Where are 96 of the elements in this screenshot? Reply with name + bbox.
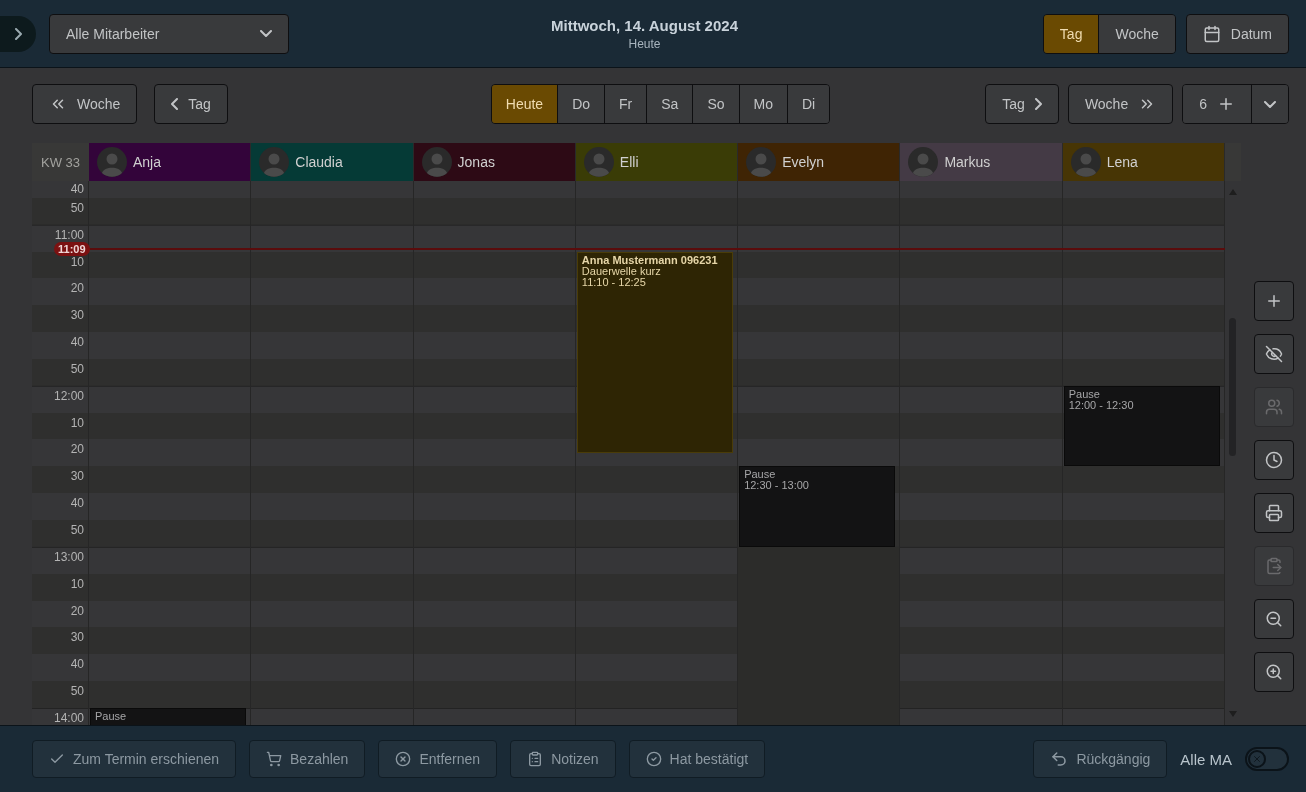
event-time: 12:00 - 12:30 xyxy=(1068,399,1135,411)
time-label: 40 xyxy=(70,335,84,350)
sidebar-toggle[interactable] xyxy=(0,15,36,52)
day-tab[interactable]: Do xyxy=(557,85,605,123)
time-label: 11:00 xyxy=(54,227,84,242)
time-label: 20 xyxy=(70,442,84,457)
cart-icon xyxy=(266,751,283,767)
date-subtitle: Heute xyxy=(628,36,661,51)
pause-event[interactable]: Pause xyxy=(90,708,247,725)
employee-name: Jonas xyxy=(457,154,495,170)
back-button[interactable]: Woche xyxy=(32,84,138,124)
view-tab[interactable]: Woche xyxy=(1098,14,1175,53)
employee-name: Claudia xyxy=(295,154,343,170)
day-tab[interactable]: Fr xyxy=(604,85,647,123)
time-label: 14:00 xyxy=(53,710,84,725)
time-label: 50 xyxy=(70,684,84,699)
date-title: Mittwoch, 14. August 2024 xyxy=(551,16,738,34)
event-title: Pause xyxy=(1068,388,1101,400)
day-tab[interactable]: Mo xyxy=(738,85,787,123)
time-label: 20 xyxy=(70,281,84,296)
eye-off-icon xyxy=(1264,345,1283,363)
time-label: 40 xyxy=(70,496,84,511)
print-button[interactable] xyxy=(1253,493,1294,533)
day-tab[interactable]: So xyxy=(692,85,739,123)
zoom-in-button[interactable] xyxy=(1253,652,1294,692)
avatar-icon xyxy=(908,147,939,177)
zoom-in-icon xyxy=(1264,663,1283,681)
day-tab[interactable]: Sa xyxy=(646,85,693,123)
chevron-down-icon xyxy=(1264,100,1276,108)
undo-icon xyxy=(1050,750,1069,768)
event-title: Anna Mustermann 096231 xyxy=(581,254,719,266)
back-button[interactable]: Tag xyxy=(154,84,228,124)
x-circle-icon xyxy=(395,751,412,767)
employee-name: Anja xyxy=(133,154,162,170)
time-label: 50 xyxy=(70,361,84,376)
chevron-right-icon xyxy=(1034,98,1042,110)
employee-name: Lena xyxy=(1106,154,1138,170)
avatar-icon xyxy=(421,147,452,177)
time-label: 40 xyxy=(70,182,84,196)
all-staff-switch[interactable] xyxy=(1245,747,1289,771)
time-label: 10 xyxy=(70,254,84,269)
day-tab[interactable]: Di xyxy=(786,85,830,123)
time-label: 20 xyxy=(70,603,84,618)
week-label: KW 33 xyxy=(32,143,89,181)
zoom-out-button[interactable] xyxy=(1253,599,1294,639)
time-label: 50 xyxy=(70,200,84,215)
event-title: Pause xyxy=(95,711,128,722)
time-label: 13:00 xyxy=(53,549,84,564)
clipboard-icon xyxy=(527,751,544,767)
clock-button[interactable] xyxy=(1253,440,1294,480)
count-button[interactable]: 6 xyxy=(1183,85,1251,123)
event-time: 11:10 - 12:25 xyxy=(581,276,647,288)
view-tab[interactable]: Tag xyxy=(1043,14,1099,53)
employee-name: Markus xyxy=(944,154,991,170)
event-title: Pause xyxy=(744,469,777,481)
pause-event[interactable]: Pause 12:00 - 12:30 xyxy=(1063,385,1220,467)
time-label: 10 xyxy=(70,415,84,430)
plus-icon xyxy=(1217,95,1235,113)
forward-button[interactable]: Tag xyxy=(985,84,1059,124)
chevron-down-icon xyxy=(260,30,272,37)
chevron-right-icon xyxy=(14,27,22,40)
check-circle-icon xyxy=(645,751,662,767)
employee-select[interactable]: Alle Mitarbeiter xyxy=(49,13,289,54)
time-label: 30 xyxy=(70,469,84,484)
avatar-icon xyxy=(259,147,290,177)
hide-button[interactable] xyxy=(1253,334,1294,374)
dropdown-button[interactable] xyxy=(1251,85,1288,123)
chevron-left-icon xyxy=(171,98,179,110)
avatar-icon xyxy=(1070,147,1101,177)
time-label: 30 xyxy=(70,308,84,323)
people-icon xyxy=(1264,398,1283,416)
time-label: 50 xyxy=(70,522,84,537)
avatar-icon xyxy=(97,147,127,177)
appointment-event[interactable]: Anna Mustermann 096231 Dauerwelle kurz 11:10 - 12:25 xyxy=(576,251,734,453)
event-service: Dauerwelle kurz xyxy=(581,265,662,277)
calendar-icon xyxy=(1202,24,1221,43)
employee-name: Elli xyxy=(619,154,639,170)
forward-button[interactable]: Woche xyxy=(1067,84,1174,124)
avatar-icon xyxy=(583,147,614,177)
time-label: 12:00 xyxy=(53,388,84,403)
day-tab[interactable]: Heute xyxy=(491,85,558,123)
toggle-label: Alle MA xyxy=(1180,750,1232,768)
clock-icon xyxy=(1264,451,1283,469)
employee-name: Evelyn xyxy=(782,154,825,170)
date-button[interactable]: Datum xyxy=(1185,13,1289,54)
event-time: 12:30 - 13:00 xyxy=(744,480,810,492)
add-button[interactable] xyxy=(1253,281,1294,321)
zoom-out-icon xyxy=(1264,610,1283,628)
printer-icon xyxy=(1264,504,1283,522)
x-icon xyxy=(1252,754,1262,764)
time-label: 40 xyxy=(70,657,84,672)
time-label: 30 xyxy=(70,630,84,645)
clipboard-icon xyxy=(1264,557,1283,575)
avatar-icon xyxy=(746,147,777,177)
time-label: 10 xyxy=(70,576,84,591)
pause-event[interactable]: Pause 12:30 - 13:00 xyxy=(739,466,896,547)
